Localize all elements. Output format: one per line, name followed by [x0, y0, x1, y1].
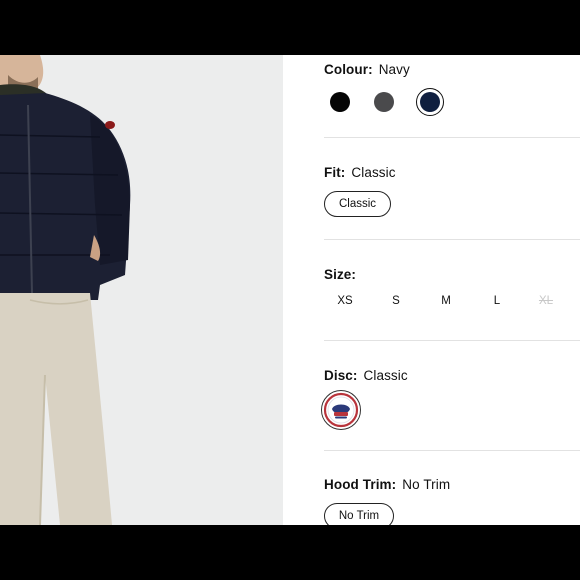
- product-photo: [0, 55, 283, 525]
- divider: [324, 340, 580, 341]
- size-label: Size:: [324, 267, 357, 282]
- size-option-l[interactable]: L: [482, 295, 512, 307]
- letterbox-top: [0, 0, 580, 55]
- hood-trim-option-no-trim-button[interactable]: No Trim: [324, 503, 394, 525]
- size-option-s[interactable]: S: [381, 295, 411, 307]
- size-label-row: Size:: [324, 267, 356, 282]
- fit-label: Fit:: [324, 165, 346, 180]
- disc-label-row: Disc: Classic: [324, 368, 408, 383]
- colour-value: Navy: [378, 62, 410, 77]
- fit-value: Classic: [351, 165, 396, 180]
- colour-label-row: Colour: Navy: [324, 62, 410, 77]
- divider: [324, 239, 580, 240]
- fit-option-classic-button[interactable]: Classic: [324, 191, 391, 217]
- disc-option-classic-badge[interactable]: [321, 390, 361, 430]
- size-option-xs[interactable]: XS: [330, 295, 360, 307]
- disc-value: Classic: [363, 368, 408, 383]
- divider: [324, 450, 580, 451]
- size-option-m[interactable]: M: [431, 295, 461, 307]
- hood-trim-value: No Trim: [402, 477, 451, 492]
- swatch-black[interactable]: [330, 92, 350, 112]
- fit-label-row: Fit: Classic: [324, 165, 396, 180]
- divider: [324, 137, 580, 138]
- swatch-graphite[interactable]: [374, 92, 394, 112]
- model-wearing-jacket-image: [0, 55, 283, 525]
- arctic-disc-icon: [323, 392, 359, 428]
- product-options-panel: Colour: Navy Fit: Classic Classic Size: XS…: [283, 55, 580, 525]
- disc-label: Disc:: [324, 368, 358, 383]
- swatch-navy-fill: [420, 92, 440, 112]
- hood-trim-label-row: Hood Trim: No Trim: [324, 477, 450, 492]
- hood-trim-label: Hood Trim:: [324, 477, 397, 492]
- swatch-navy-selected[interactable]: [416, 88, 444, 116]
- letterbox-bottom: [0, 525, 580, 580]
- colour-label: Colour:: [324, 62, 373, 77]
- size-option-xl-unavailable[interactable]: XL: [531, 295, 561, 307]
